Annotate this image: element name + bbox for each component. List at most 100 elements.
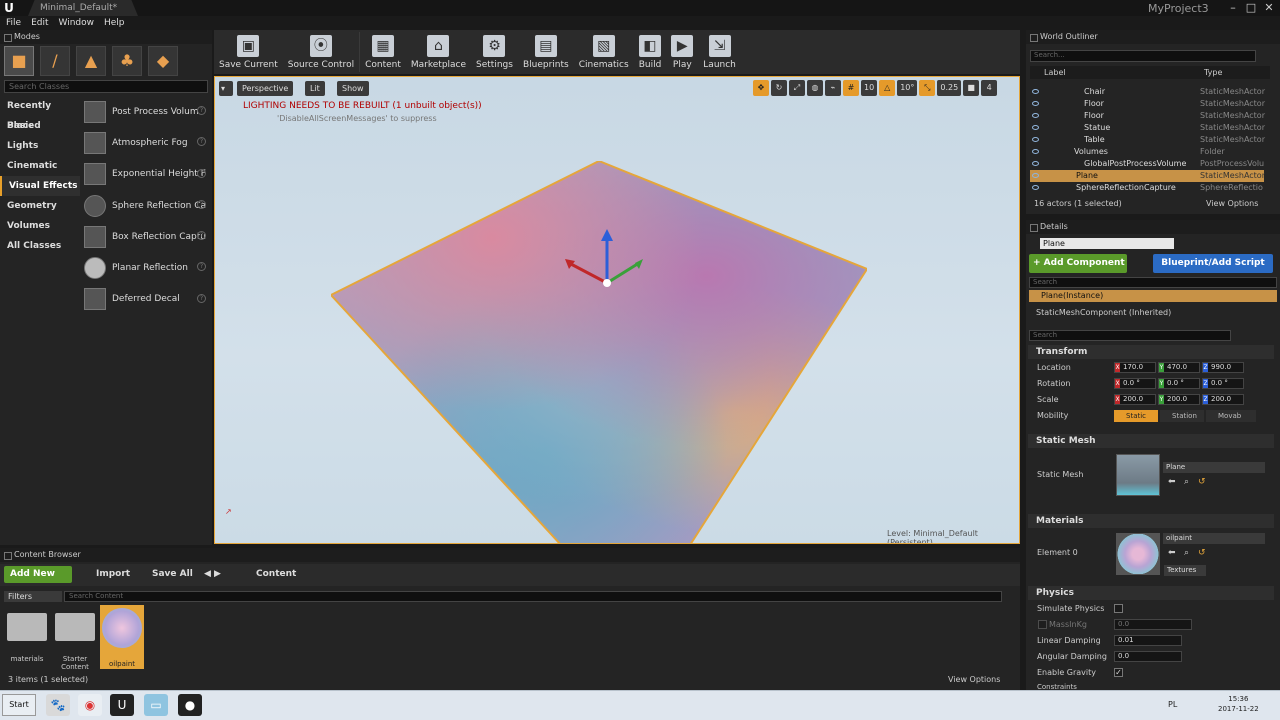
- rotate-icon[interactable]: ↻: [771, 80, 787, 96]
- help-icon[interactable]: ?: [197, 106, 206, 115]
- placeable-item[interactable]: Deferred Decal?: [84, 284, 208, 315]
- reset-arrow-icon[interactable]: ↺: [1198, 477, 1206, 487]
- level-viewport[interactable]: ▾ Perspective Lit Show LIGHTING NEEDS TO…: [214, 76, 1020, 544]
- cinematics-button[interactable]: ▧ Cinematics: [574, 30, 634, 74]
- settings-button[interactable]: ⚙ Settings: [471, 30, 518, 74]
- perspective-button[interactable]: Perspective: [237, 81, 294, 96]
- scale-snap-icon[interactable]: ⤡: [919, 80, 936, 96]
- rotation-x-field[interactable]: X 0.0 °: [1114, 378, 1156, 389]
- outliner-row[interactable]: Floor StaticMeshActor: [1030, 98, 1265, 110]
- gimp-icon[interactable]: 🐾: [46, 694, 70, 716]
- browse-icon[interactable]: ⌕: [1184, 477, 1189, 487]
- location-z-field[interactable]: Z 990.0: [1202, 362, 1244, 373]
- mesh-thumbnail[interactable]: [1116, 454, 1160, 496]
- use-selected-icon[interactable]: ⬅: [1168, 477, 1176, 487]
- outliner-view-options[interactable]: View Options: [1206, 199, 1258, 208]
- mobility-static-toggle[interactable]: Static: [1114, 410, 1158, 422]
- visibility-eye-icon[interactable]: [1032, 149, 1039, 154]
- scale-snap-value[interactable]: 0.25: [937, 80, 962, 96]
- content-button[interactable]: ▦ Content: [360, 30, 406, 74]
- category-recently-placed[interactable]: Recently Placed: [0, 96, 80, 131]
- obs-icon[interactable]: ●: [178, 694, 202, 716]
- filters-button[interactable]: Filters: [4, 591, 62, 602]
- scale-icon[interactable]: ⤢: [789, 80, 805, 96]
- search-content-input[interactable]: Search Content: [64, 591, 1002, 602]
- paint-mode-icon[interactable]: /: [40, 46, 70, 76]
- source-control-button[interactable]: ⦿ Source Control: [283, 30, 359, 74]
- search-classes-input[interactable]: Search Classes: [4, 80, 208, 93]
- menu-edit[interactable]: Edit: [31, 16, 48, 30]
- mobility-stationary-toggle[interactable]: Station: [1160, 410, 1204, 422]
- help-icon[interactable]: ?: [197, 199, 206, 209]
- transform-section[interactable]: Transform: [1028, 345, 1274, 359]
- category-lights[interactable]: Lights: [0, 136, 80, 156]
- save-all-button[interactable]: Save All: [152, 569, 193, 579]
- camera-speed-value[interactable]: 4: [981, 80, 998, 96]
- rotation-snap-value[interactable]: 10°: [897, 80, 918, 96]
- show-button[interactable]: Show: [337, 81, 369, 96]
- chrome-icon[interactable]: ◉: [78, 694, 102, 716]
- outliner-search-input[interactable]: Search...: [1030, 50, 1256, 62]
- textures-dropdown[interactable]: Textures: [1164, 565, 1206, 576]
- reset-arrow-icon[interactable]: ↺: [1198, 548, 1206, 558]
- import-button[interactable]: Import: [96, 569, 130, 579]
- lit-button[interactable]: Lit: [305, 81, 325, 96]
- physics-section[interactable]: Physics: [1028, 586, 1274, 600]
- category-visual-effects[interactable]: Visual Effects: [0, 176, 80, 196]
- save-current-button[interactable]: ▣ Save Current: [214, 30, 283, 74]
- help-icon[interactable]: ?: [197, 137, 206, 147]
- placeable-item[interactable]: Planar Reflection?: [84, 252, 208, 283]
- language-indicator[interactable]: PL: [1168, 700, 1177, 709]
- mobility-movable-toggle[interactable]: Movab: [1206, 410, 1256, 422]
- outliner-row[interactable]: Volumes Folder: [1030, 146, 1264, 158]
- material-thumbnail[interactable]: [1116, 533, 1160, 575]
- world-outliner-tab[interactable]: World Outliner: [1026, 30, 1280, 44]
- type-column-header[interactable]: Type: [1204, 66, 1222, 79]
- category-volumes[interactable]: Volumes: [0, 216, 80, 236]
- component-search-input[interactable]: Search: [1029, 277, 1277, 288]
- simulate-physics-checkbox[interactable]: [1114, 604, 1123, 613]
- menu-help[interactable]: Help: [104, 16, 125, 30]
- visibility-eye-icon[interactable]: [1032, 113, 1039, 118]
- outliner-row[interactable]: SphereReflectionCapture SphereReflectio: [1030, 182, 1264, 194]
- rotation-y-field[interactable]: Y 0.0 °: [1158, 378, 1200, 389]
- marketplace-button[interactable]: ⌂ Marketplace: [406, 30, 471, 74]
- menu-file[interactable]: File: [6, 16, 21, 30]
- category-cinematic[interactable]: Cinematic: [0, 156, 80, 176]
- category-geometry[interactable]: Geometry: [0, 196, 80, 216]
- folder-materials[interactable]: materials: [5, 605, 49, 663]
- placeable-item[interactable]: Exponential Height F?: [84, 159, 208, 190]
- enable-gravity-checkbox[interactable]: ✓: [1114, 668, 1123, 677]
- component-instance-row[interactable]: Plane(Instance): [1029, 290, 1277, 302]
- label-column-header[interactable]: Label: [1044, 66, 1066, 79]
- surface-snap-icon[interactable]: ⌁: [825, 80, 841, 96]
- unreal-engine-icon[interactable]: U: [110, 694, 134, 716]
- static-mesh-component-row[interactable]: StaticMeshComponent (Inherited): [1036, 308, 1171, 317]
- details-search-input[interactable]: Search: [1029, 330, 1231, 341]
- outliner-row[interactable]: GlobalPostProcessVolume PostProcessVolu: [1030, 158, 1264, 170]
- help-icon[interactable]: ?: [197, 168, 206, 178]
- actor-name-field[interactable]: Plane: [1040, 238, 1174, 249]
- minimize-icon[interactable]: –: [1226, 1, 1240, 15]
- content-browser-tab[interactable]: Content Browser: [0, 548, 1020, 562]
- static-mesh-section[interactable]: Static Mesh: [1028, 434, 1274, 448]
- outliner-row[interactable]: Floor StaticMeshActor: [1030, 110, 1265, 122]
- scale-z-field[interactable]: Z 200.0: [1202, 394, 1244, 405]
- static-mesh-dropdown[interactable]: Plane: [1163, 462, 1265, 473]
- outliner-row[interactable]: Statue StaticMeshActor: [1030, 122, 1265, 134]
- foliage-mode-icon[interactable]: ♣: [112, 46, 142, 76]
- rotation-z-field[interactable]: Z 0.0 °: [1202, 378, 1244, 389]
- category-all-classes[interactable]: All Classes: [0, 236, 80, 256]
- scale-x-field[interactable]: X 200.0: [1114, 394, 1156, 405]
- outliner-row-selected[interactable]: Plane StaticMeshActor: [1030, 170, 1265, 182]
- close-icon[interactable]: ✕: [1262, 1, 1276, 15]
- add-new-button[interactable]: Add New: [4, 566, 72, 583]
- menu-window[interactable]: Window: [59, 16, 95, 30]
- blueprints-button[interactable]: ▤ Blueprints: [518, 30, 574, 74]
- placeable-item[interactable]: Sphere Reflection Ca?: [84, 190, 208, 221]
- geometry-mode-icon[interactable]: ◆: [148, 46, 178, 76]
- mass-override-checkbox[interactable]: [1038, 620, 1047, 629]
- add-component-button[interactable]: + Add Component: [1029, 254, 1127, 273]
- grid-snap-value[interactable]: 10: [861, 80, 878, 96]
- placeable-item[interactable]: Box Reflection Captu?: [84, 221, 208, 252]
